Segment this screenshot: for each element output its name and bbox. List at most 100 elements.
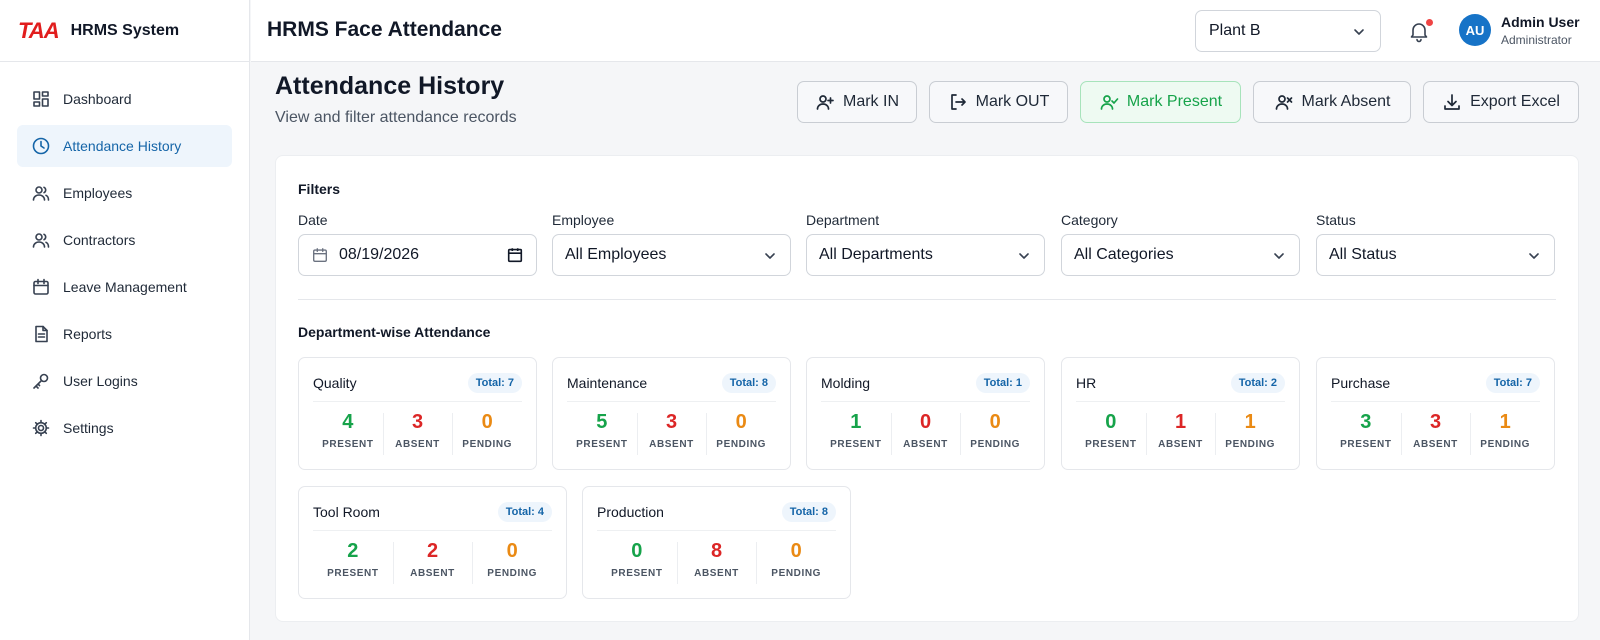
status-value: All Status [1329, 246, 1397, 263]
dept-attendance-heading: Department-wise Attendance [298, 324, 491, 340]
chevron-down-icon [765, 253, 775, 259]
present-count: 3 [1360, 411, 1372, 433]
dept-card-molding[interactable]: Molding Total: 1 1 PRESENT 0 ABSENT 0 PENDI… [806, 357, 1045, 470]
mark-present-label: Mark Present [1126, 93, 1223, 110]
department-select[interactable]: All Departments [806, 234, 1045, 276]
sidebar-item-employees[interactable]: Employees [17, 172, 232, 214]
dept-divider [1076, 401, 1285, 402]
sidebar-item-dashboard[interactable]: Dashboard [17, 78, 232, 120]
present-stat: 0 PRESENT [597, 538, 677, 588]
calendar-picker-icon[interactable] [506, 246, 524, 264]
sidebar-item-reports[interactable]: Reports [17, 313, 232, 355]
dept-stats: 5 PRESENT 3 ABSENT 0 PENDING [567, 409, 776, 459]
filters-heading: Filters [298, 181, 341, 197]
dept-total-badge: Total: 1 [975, 373, 1030, 393]
absent-count: 3 [411, 411, 424, 433]
sidebar-item-label: User Logins [63, 373, 138, 389]
sidebar-item-attendance-history[interactable]: Attendance History [17, 125, 232, 167]
sidebar-item-contractors[interactable]: Contractors [17, 219, 232, 261]
dept-total-badge: Total: 7 [467, 373, 522, 393]
present-label: PRESENT [327, 568, 379, 579]
dept-card-hr[interactable]: HR Total: 2 0 PRESENT 1 ABSENT 1 PENDING [1061, 357, 1300, 470]
avatar[interactable]: AU [1459, 14, 1491, 46]
dept-name: Production [597, 504, 664, 520]
mark-present-button[interactable]: Mark Present [1080, 81, 1241, 123]
absent-label: ABSENT [649, 439, 694, 450]
present-count: 0 [1105, 411, 1117, 433]
category-select[interactable]: All Categories [1061, 234, 1300, 276]
export-excel-button[interactable]: Export Excel [1423, 81, 1579, 123]
document-icon [35, 325, 48, 343]
chevron-down-icon [1529, 253, 1539, 259]
dept-stats: 2 PRESENT 2 ABSENT 0 PENDING [313, 538, 552, 588]
dept-card-tool-room[interactable]: Tool Room Total: 4 2 PRESENT 2 ABSENT 0 PEN… [298, 486, 567, 599]
dept-card-maintenance[interactable]: Maintenance Total: 8 5 PRESENT 3 ABSENT 0 P… [552, 357, 791, 470]
absent-label: ABSENT [395, 439, 440, 450]
employee-value: All Employees [565, 246, 667, 263]
pending-count: 0 [506, 540, 518, 562]
present-label: PRESENT [830, 439, 882, 450]
category-value: All Categories [1074, 246, 1174, 263]
present-stat: 3 PRESENT [1331, 409, 1401, 459]
dept-stats: 4 PRESENT 3 ABSENT 0 PENDING [313, 409, 522, 459]
user-plus-icon [816, 95, 834, 110]
download-icon [1444, 94, 1460, 110]
status-select[interactable]: All Status [1316, 234, 1555, 276]
plant-select-value: Plant B [1209, 22, 1261, 39]
pending-stat: 0 PENDING [960, 409, 1030, 459]
mark-absent-button[interactable]: Mark Absent [1253, 81, 1411, 123]
absent-label: ABSENT [694, 568, 739, 579]
dept-card-purchase[interactable]: Purchase Total: 7 3 PRESENT 3 ABSENT 1 PEND… [1316, 357, 1555, 470]
absent-label: ABSENT [1158, 439, 1203, 450]
pending-stat: 1 PENDING [1470, 409, 1540, 459]
sidebar: TAA HRMS System Dashboard Attendance His… [0, 0, 250, 640]
absent-stat: 1 ABSENT [1145, 409, 1216, 459]
users-icon [32, 233, 50, 248]
plant-select[interactable]: Plant B [1195, 10, 1381, 52]
pending-count: 1 [1244, 411, 1256, 433]
dept-name: Tool Room [313, 504, 380, 520]
mark-in-label: Mark IN [843, 93, 899, 110]
dept-card-quality[interactable]: Quality Total: 7 4 PRESENT 3 ABSENT 0 PENDI… [298, 357, 537, 470]
attendance-card: Filters Date 08/19/2026 Employee All Emp… [275, 155, 1579, 622]
present-label: PRESENT [576, 439, 628, 450]
chevron-down-icon [1274, 253, 1284, 259]
absent-stat: 2 ABSENT [392, 538, 473, 588]
present-stat: 0 PRESENT [1076, 409, 1146, 459]
dept-card-production[interactable]: Production Total: 8 0 PRESENT 8 ABSENT 0 PE… [582, 486, 851, 599]
mark-out-button[interactable]: Mark OUT [929, 81, 1068, 123]
absent-count: 3 [1429, 411, 1442, 433]
sidebar-item-user-logins[interactable]: User Logins [17, 360, 232, 402]
pending-count: 1 [1499, 411, 1511, 433]
dept-stats: 1 PRESENT 0 ABSENT 0 PENDING [821, 409, 1030, 459]
present-stat: 2 PRESENT [313, 538, 393, 588]
dept-total-badge: Total: 4 [497, 502, 552, 522]
user-x-icon [1275, 95, 1292, 110]
present-count: 1 [850, 411, 862, 433]
app-title: HRMS Face Attendance [267, 18, 502, 41]
pending-count: 0 [989, 411, 1001, 433]
logout-icon [950, 94, 966, 110]
date-label: Date [298, 212, 328, 228]
absent-stat: 3 ABSENT [1400, 409, 1471, 459]
gear-icon [32, 419, 50, 437]
present-stat: 1 PRESENT [821, 409, 891, 459]
sidebar-item-label: Attendance History [63, 138, 182, 154]
dept-total-badge: Total: 8 [721, 373, 776, 393]
absent-count: 2 [426, 540, 439, 562]
user-role: Administrator [1501, 33, 1572, 47]
employee-select[interactable]: All Employees [552, 234, 791, 276]
sidebar-item-label: Reports [63, 326, 113, 342]
sidebar-item-label: Contractors [63, 232, 136, 248]
dept-name: Quality [313, 375, 357, 391]
pending-stat: 0 PENDING [472, 538, 552, 588]
absent-stat: 3 ABSENT [382, 409, 453, 459]
absent-stat: 0 ABSENT [890, 409, 961, 459]
date-input[interactable]: 08/19/2026 [298, 234, 537, 276]
mark-in-button[interactable]: Mark IN [797, 81, 917, 123]
sidebar-item-settings[interactable]: Settings [17, 407, 232, 449]
calendar-icon [33, 278, 49, 295]
absent-count: 1 [1174, 411, 1187, 433]
sidebar-item-leave-management[interactable]: Leave Management [17, 266, 232, 308]
sidebar-item-label: Dashboard [63, 91, 132, 107]
